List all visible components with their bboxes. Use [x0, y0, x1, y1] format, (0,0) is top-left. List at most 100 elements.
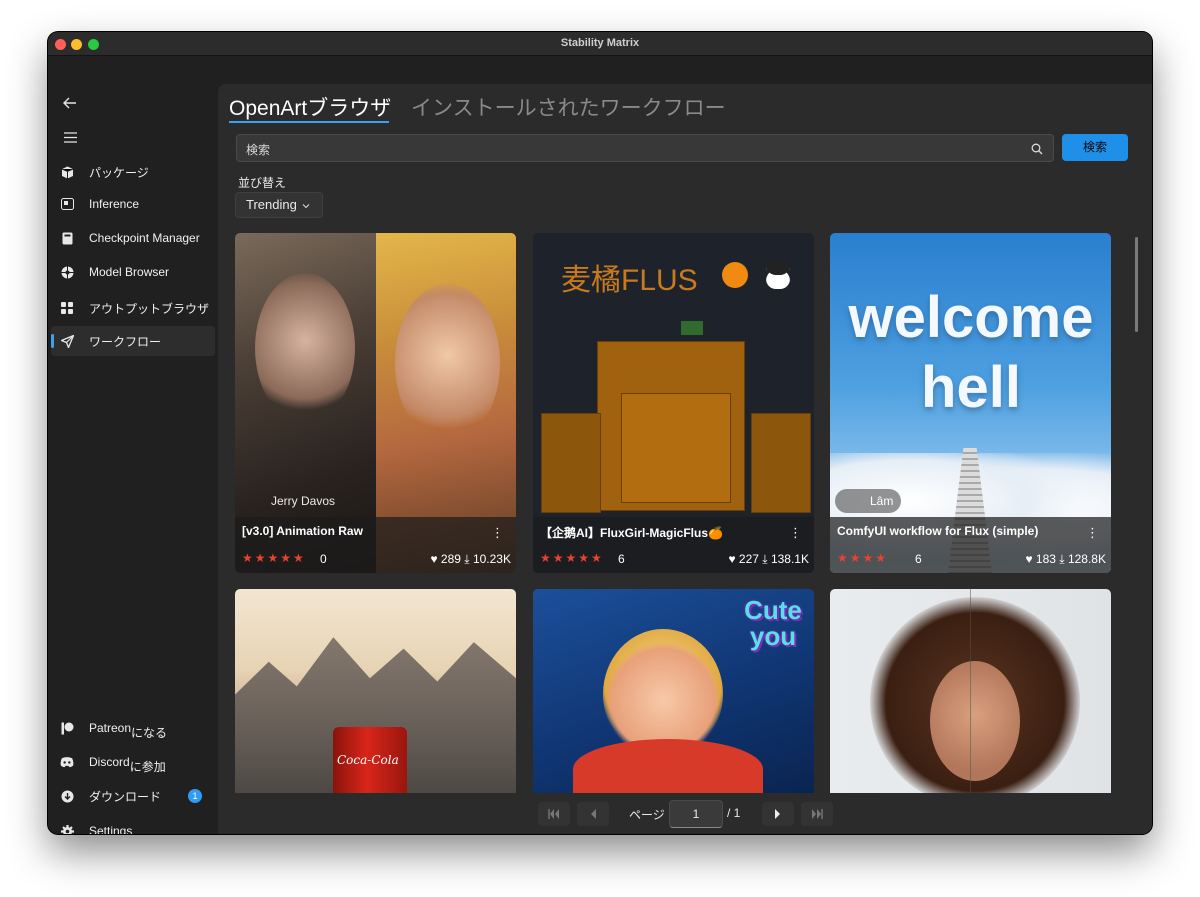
more-options-icon[interactable]: ⋮ — [789, 525, 802, 541]
page-total: / 1 — [727, 806, 741, 820]
card-info-bar: [v3.0] Animation Raw ⋮ ★★★★★ 0 ♥ 289 ⤓ 1… — [235, 517, 516, 573]
active-indicator — [51, 334, 54, 348]
download-icon — [60, 789, 74, 803]
inference-icon — [60, 197, 74, 211]
sidebar-item-checkpoint-manager[interactable]: Checkpoint Manager — [51, 223, 215, 253]
card-title: 【企鹅AI】FluxGirl-MagicFlus🍊 — [540, 526, 723, 540]
sidebar-item-sublabel: に参加 — [129, 759, 166, 774]
downloads-count: 10.23K — [472, 552, 511, 566]
sort-label: 並び替え — [238, 176, 287, 190]
window-title: Stability Matrix — [560, 37, 640, 49]
card-stats: ♥ 289 ⤓ 10.23K — [430, 552, 511, 567]
page-current: 1 — [692, 807, 700, 821]
scrollbar-thumb[interactable] — [1135, 237, 1138, 332]
card-stats: ♥ 183 ⤓ 128.8K — [1025, 552, 1106, 567]
likes-count: 227 — [738, 552, 759, 566]
title-bar: Stability Matrix — [48, 32, 1152, 56]
next-page-button[interactable] — [762, 802, 794, 826]
download-count-badge: 1 — [188, 789, 202, 803]
card-overlay-text: 麦橘FLUS — [561, 264, 698, 297]
heart-icon: ♥ — [728, 552, 736, 566]
patreon-icon — [60, 721, 74, 735]
sidebar-item-label: Inference — [89, 197, 140, 211]
sidebar-item-label: ダウンロード — [89, 789, 162, 804]
more-options-icon[interactable]: ⋮ — [491, 525, 504, 541]
sidebar-item-packages[interactable]: パッケージ — [51, 157, 215, 187]
prev-page-button[interactable] — [577, 802, 609, 826]
author-name: Lâm — [870, 494, 894, 508]
sidebar: パッケージ Inference Checkpoint Manager Model… — [48, 56, 218, 834]
sort-value: Trending — [246, 197, 297, 212]
search-input[interactable]: 検索 — [236, 134, 1054, 162]
sort-dropdown[interactable]: Trending — [235, 192, 323, 218]
card-title: [v3.0] Animation Raw — [242, 524, 363, 538]
author-chip: Lâm — [835, 489, 901, 513]
portrait-face — [930, 661, 1020, 781]
tab-installed-workflows[interactable]: インストールされたワークフロー — [411, 92, 726, 122]
card-info-bar: ComfyUI workflow for Flux (simple) ⋮ ★★★… — [830, 517, 1111, 573]
rating-count: 6 — [915, 552, 922, 566]
more-options-icon[interactable]: ⋮ — [1086, 525, 1099, 541]
page-label: ページ — [629, 808, 665, 822]
cloud-text: welcome hell — [848, 285, 1094, 420]
sidebar-item-label: ワークフロー — [89, 334, 162, 349]
last-page-button[interactable] — [801, 802, 833, 826]
sidebar-item-discord[interactable]: Discord に参加 — [51, 747, 215, 777]
downloads-count: 128.8K — [1067, 552, 1106, 566]
model-browser-icon — [60, 265, 74, 279]
sidebar-item-downloads[interactable]: ダウンロード 1 — [51, 781, 215, 811]
sidebar-item-workflows[interactable]: ワークフロー — [51, 326, 215, 356]
search-placeholder: 検索 — [246, 143, 271, 157]
download-count-icon: ⤓ — [1059, 552, 1065, 566]
can-label: Coca-Cola — [337, 753, 399, 767]
face-left — [255, 273, 355, 423]
back-arrow-icon[interactable] — [58, 92, 82, 114]
download-count-icon: ⤓ — [464, 552, 470, 566]
tab-openart-browser[interactable]: OpenArtブラウザ — [229, 92, 391, 122]
search-icon — [1031, 142, 1043, 160]
sidebar-item-output-browser[interactable]: アウトプットブラウザ — [51, 293, 215, 323]
downloads-count: 138.1K — [770, 552, 809, 566]
likes-count: 183 — [1035, 552, 1056, 566]
discord-icon — [60, 755, 74, 769]
workflow-card[interactable]: 麦橘FLUS 【企鹅AI】FluxGirl-MagicFlus🍊 ⋮ ★★★★★… — [533, 233, 814, 573]
workflow-graph — [541, 321, 811, 523]
workflow-card[interactable]: Jerry Davos [v3.0] Animation Raw ⋮ ★★★★★… — [235, 233, 516, 573]
sidebar-item-label: Model Browser — [89, 265, 170, 279]
face-right — [395, 283, 500, 443]
sidebar-item-label: アウトプットブラウザ — [89, 301, 210, 316]
card-title: ComfyUI workflow for Flux (simple) — [837, 524, 1039, 538]
orange-icon — [722, 262, 748, 288]
penguin-icon — [766, 259, 790, 289]
heart-icon: ♥ — [1025, 552, 1033, 566]
gear-icon — [60, 824, 74, 834]
rating-count: 0 — [320, 552, 327, 566]
page-number-input[interactable]: 1 — [669, 800, 723, 828]
sidebar-item-label: Settings — [89, 824, 133, 834]
package-icon — [60, 165, 74, 179]
red-dress — [573, 739, 763, 793]
workflow-card[interactable]: Cute you — [533, 589, 814, 793]
first-page-button[interactable] — [538, 802, 570, 826]
rating-stars: ★★★★★ — [540, 551, 604, 565]
rating-count: 6 — [618, 552, 625, 566]
card-info-bar: 【企鹅AI】FluxGirl-MagicFlus🍊 ⋮ ★★★★★ 6 ♥ 22… — [533, 517, 814, 573]
search-button[interactable]: 検索 — [1062, 134, 1128, 161]
sidebar-item-model-browser[interactable]: Model Browser — [51, 257, 215, 287]
workflow-card[interactable]: welcome hell Lâm ComfyUI workflow for Fl… — [830, 233, 1111, 573]
sidebar-item-sublabel: になる — [131, 725, 168, 740]
sidebar-item-settings[interactable]: Settings — [51, 816, 215, 834]
card-author-overlay: Jerry Davos — [271, 494, 336, 508]
sidebar-item-label: Checkpoint Manager — [89, 231, 200, 245]
sticker-text: Cute you — [744, 595, 802, 651]
rating-stars: ★★★★ — [837, 551, 889, 565]
workflow-card[interactable]: Coca-Cola — [235, 589, 516, 793]
active-tab-underline — [229, 121, 389, 123]
checkpoint-icon — [60, 231, 74, 245]
sidebar-item-inference[interactable]: Inference — [51, 189, 215, 219]
sidebar-item-patreon[interactable]: Patreon になる — [51, 713, 215, 743]
grid-icon — [60, 301, 74, 315]
chevron-down-icon — [302, 193, 310, 217]
workflow-card[interactable] — [830, 589, 1111, 793]
hamburger-menu-icon[interactable] — [58, 126, 82, 148]
